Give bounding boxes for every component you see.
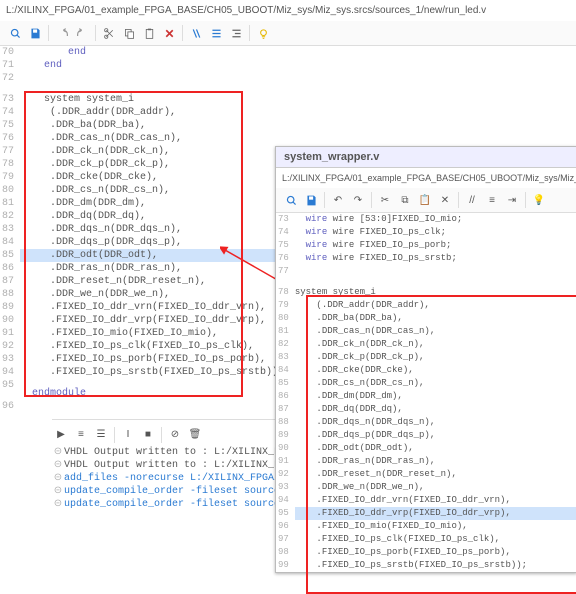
clear-icon[interactable]: ⊘ xyxy=(166,426,184,444)
delete-icon[interactable]: ✕ xyxy=(436,191,454,209)
code-line: system system_i xyxy=(20,93,576,106)
stop-icon[interactable]: ■ xyxy=(139,426,157,444)
column-icon[interactable]: ☰ xyxy=(92,426,110,444)
toolbar: ↶ ↷ ✂ ⧉ 📋 ✕ // ≡ ⇥ 💡 xyxy=(276,188,576,213)
gutter: 7374757677787980818283848586878889909192… xyxy=(276,213,295,572)
save-icon[interactable] xyxy=(302,191,320,209)
comment-icon[interactable]: // xyxy=(463,191,481,209)
code-line: .DDR_cas_n(DDR_cas_n), xyxy=(20,132,576,145)
copy-icon[interactable] xyxy=(120,24,138,42)
delete-icon[interactable] xyxy=(160,24,178,42)
comment-icon[interactable] xyxy=(187,24,205,42)
save-icon[interactable] xyxy=(26,24,44,42)
pause-icon[interactable]: ‖ xyxy=(119,426,137,444)
cut-icon[interactable] xyxy=(100,24,118,42)
panel-title: system_wrapper.v xyxy=(276,147,576,168)
bulb-icon[interactable] xyxy=(254,24,272,42)
log-line: update_compile_order -fileset sources_1 xyxy=(64,485,298,498)
format-icon[interactable]: ≡ xyxy=(483,191,501,209)
code-line: end xyxy=(20,46,576,59)
trash-icon[interactable]: 🗑 xyxy=(186,426,204,444)
cut-icon[interactable]: ✂ xyxy=(376,191,394,209)
file-path: L:/XILINX_FPGA/01_example_FPGA_BASE/CH05… xyxy=(0,0,576,21)
search-icon[interactable] xyxy=(282,191,300,209)
code-lines: wire wire [53:0]FIXED_IO_mio; wire wire … xyxy=(295,213,576,572)
paste-icon[interactable]: 📋 xyxy=(416,191,434,209)
second-panel: system_wrapper.v L:/XILINX_FPGA/01_examp… xyxy=(275,146,576,573)
code-line: (.DDR_addr(DDR_addr), xyxy=(20,106,576,119)
format-icon[interactable] xyxy=(207,24,225,42)
redo-icon[interactable] xyxy=(73,24,91,42)
gutter: 7071727374757677787980818283848586878889… xyxy=(0,46,20,413)
indent-icon[interactable] xyxy=(227,24,245,42)
log-line: update_compile_order -fileset sources_1 xyxy=(64,498,298,511)
code-line: end xyxy=(20,59,576,72)
run-icon[interactable]: ▶ xyxy=(52,426,70,444)
search-icon[interactable] xyxy=(6,24,24,42)
undo-icon[interactable] xyxy=(53,24,71,42)
code-line: .DDR_ba(DDR_ba), xyxy=(20,119,576,132)
filter-icon[interactable]: ≡ xyxy=(72,426,90,444)
copy-icon[interactable]: ⧉ xyxy=(396,191,414,209)
toolbar xyxy=(0,21,576,46)
file-path: L:/XILINX_FPGA/01_example_FPGA_BASE/CH05… xyxy=(276,168,576,188)
paste-icon[interactable] xyxy=(140,24,158,42)
undo-icon[interactable]: ↶ xyxy=(329,191,347,209)
indent-icon[interactable]: ⇥ xyxy=(503,191,521,209)
code-editor[interactable]: 7374757677787980818283848586878889909192… xyxy=(276,213,576,572)
bulb-icon[interactable]: 💡 xyxy=(530,191,548,209)
redo-icon[interactable]: ↷ xyxy=(349,191,367,209)
